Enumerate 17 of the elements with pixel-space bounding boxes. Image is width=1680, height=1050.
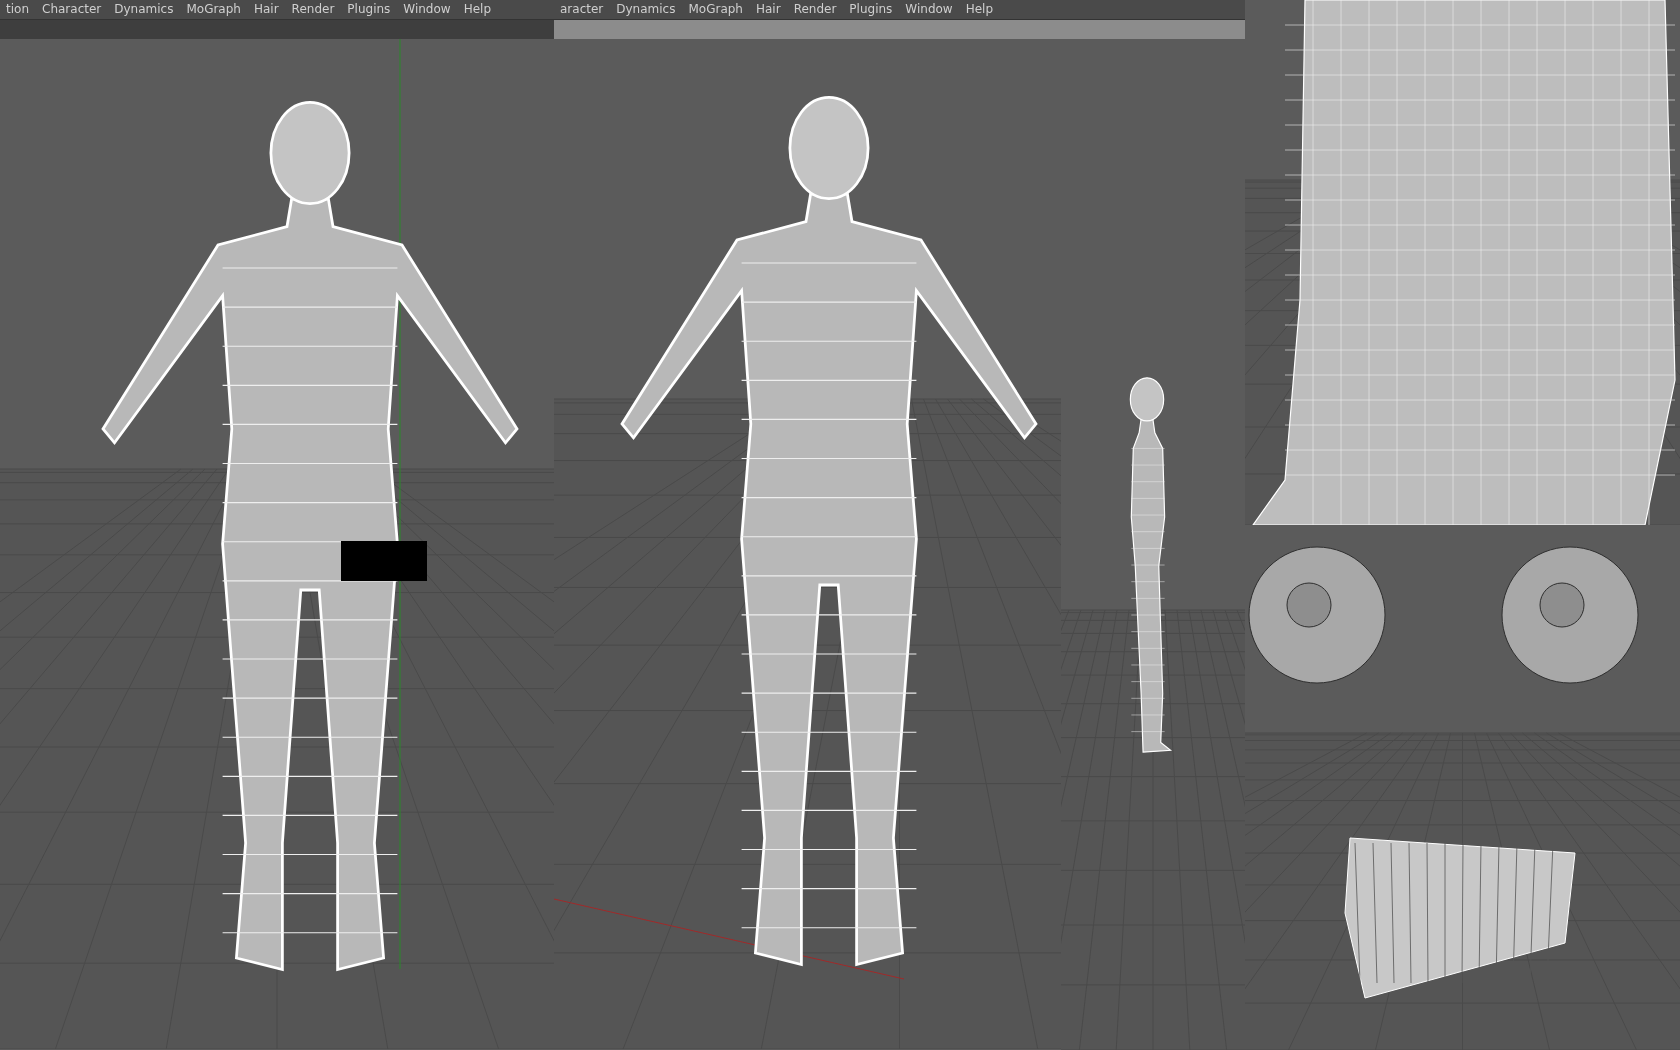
menu-item[interactable]: Window xyxy=(397,0,458,19)
menu-item[interactable]: Hair xyxy=(749,0,788,19)
menu-item[interactable]: Dynamics xyxy=(610,0,683,19)
menu-item[interactable]: Render xyxy=(285,0,342,19)
menu-item[interactable]: tion xyxy=(0,0,36,19)
menu-item[interactable]: Dynamics xyxy=(108,0,181,19)
menu-item[interactable]: Window xyxy=(899,0,960,19)
menu-item[interactable]: Render xyxy=(787,0,844,19)
menu-item[interactable]: Character xyxy=(36,0,109,19)
menu-item[interactable]: MoGraph xyxy=(682,0,750,19)
menu-item[interactable]: Plugins xyxy=(341,0,398,19)
menu-item[interactable]: aracter xyxy=(554,0,611,19)
menu-item[interactable]: Help xyxy=(959,0,1001,19)
menu-item[interactable]: Plugins xyxy=(843,0,900,19)
menu-item[interactable]: Help xyxy=(457,0,498,19)
menu-item[interactable]: MoGraph xyxy=(180,0,248,19)
menu-item[interactable]: Hair xyxy=(247,0,286,19)
